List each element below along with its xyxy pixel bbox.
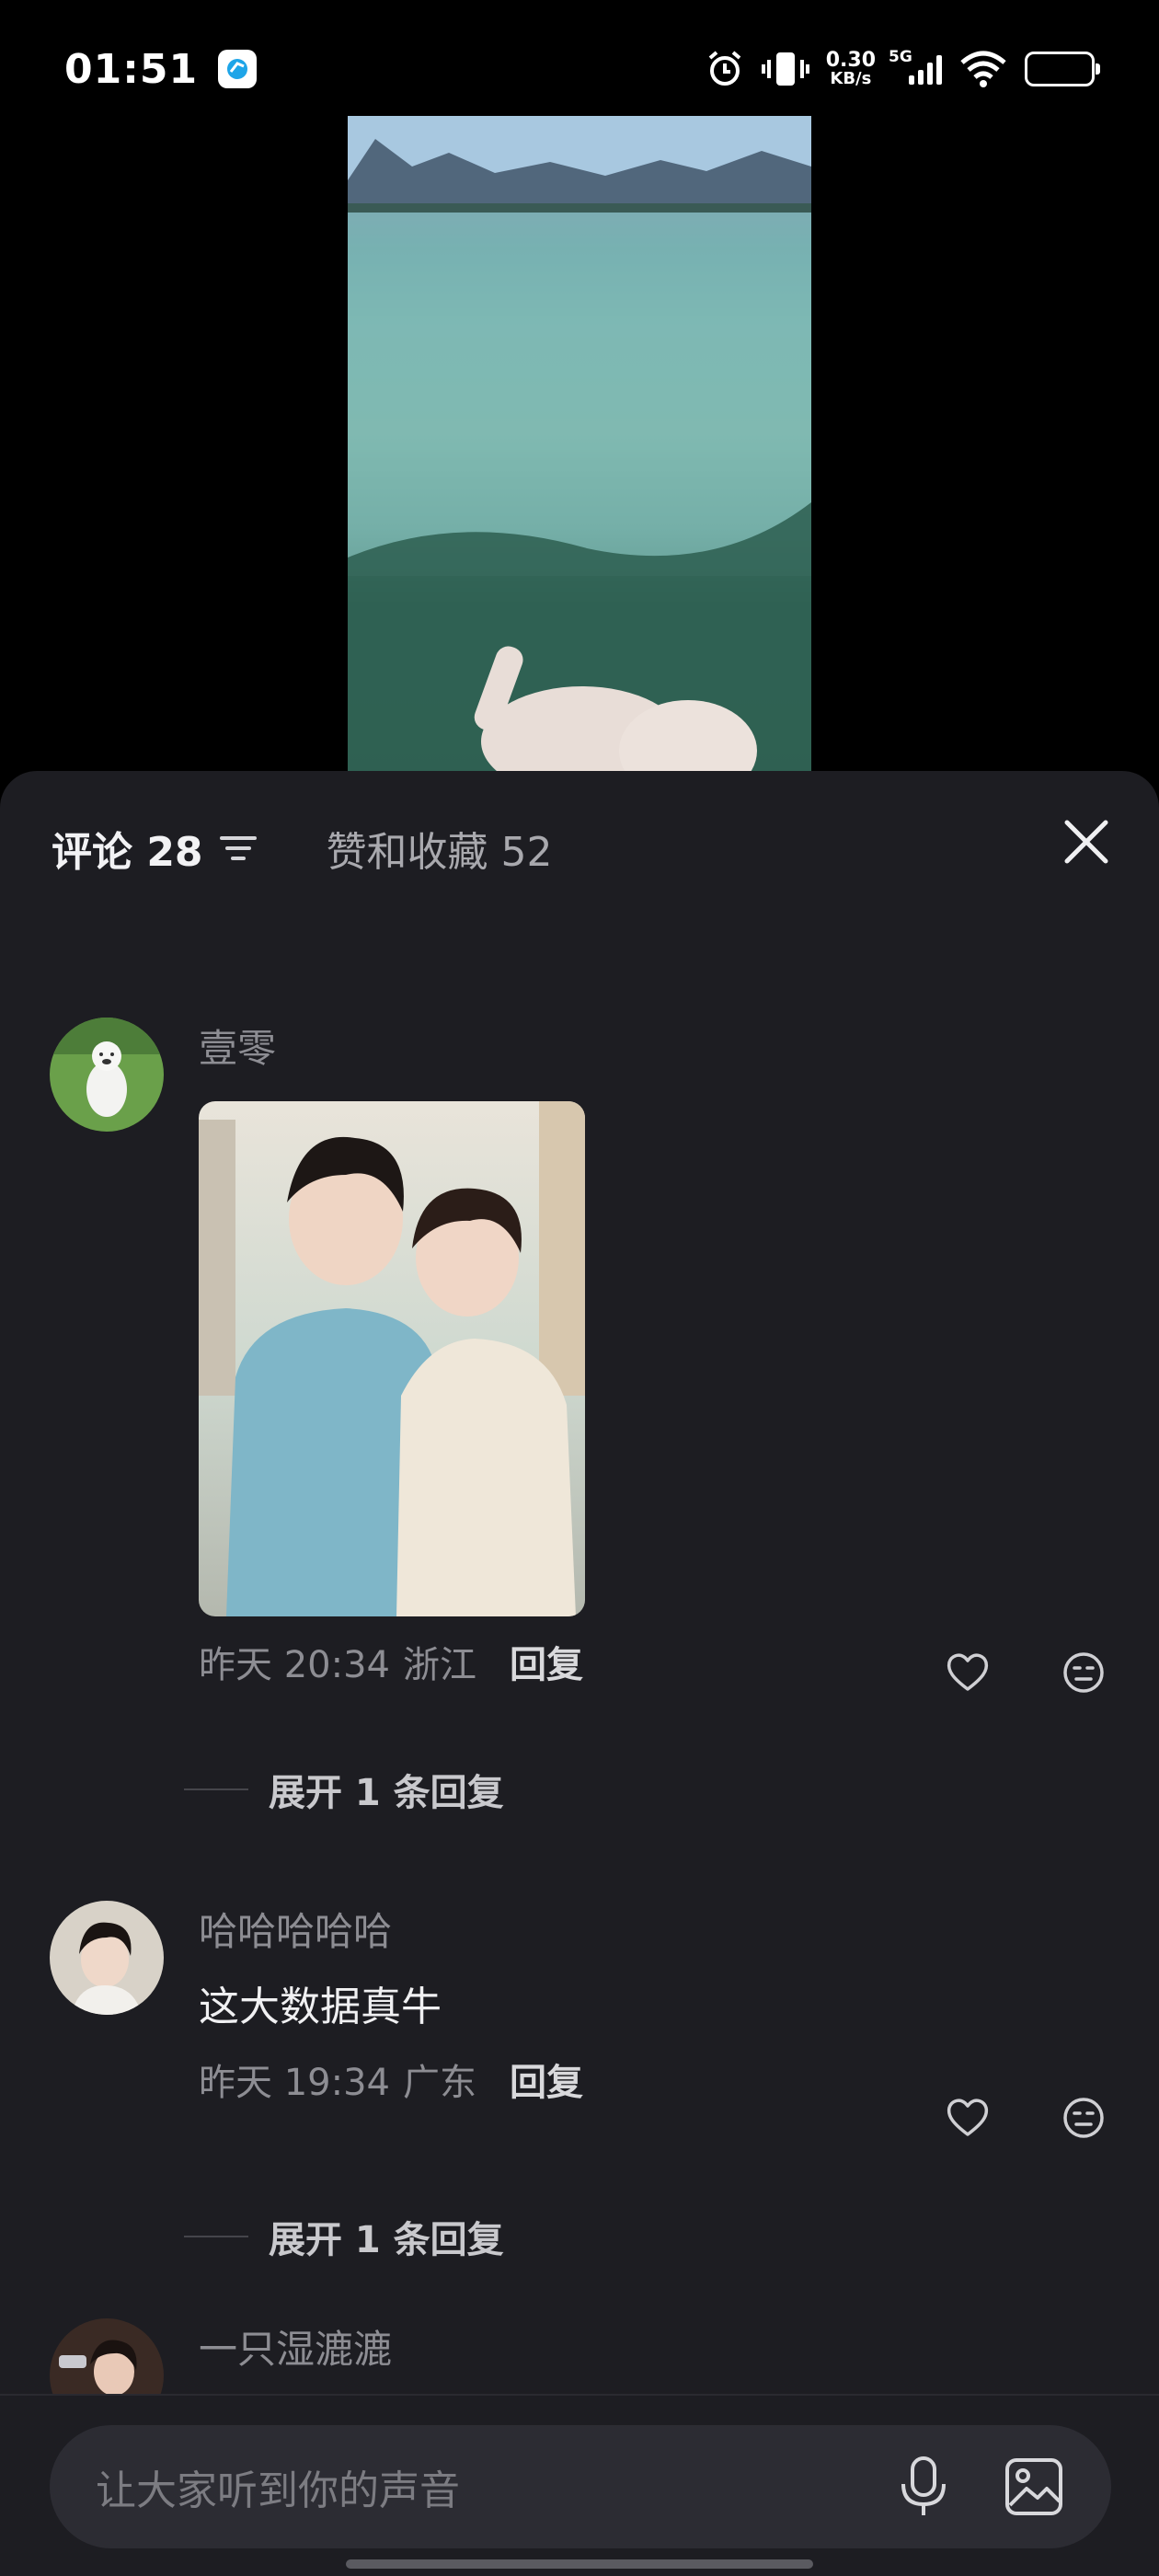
comment-time: 昨天 19:34	[199, 2062, 390, 2104]
like-heart-icon[interactable]	[944, 2094, 992, 2142]
comment-time: 昨天 20:34	[199, 1644, 390, 1686]
video-area[interactable]	[0, 116, 1159, 778]
dislike-emoji-icon[interactable]	[1060, 2094, 1107, 2142]
network-type: 5G	[889, 48, 912, 66]
cellular-signal-icon: 5G	[889, 48, 942, 85]
alarm-icon	[708, 51, 741, 86]
comment-input-bar: 让大家听到你的声音	[0, 2394, 1159, 2576]
tab-comments[interactable]: 评论 28	[52, 819, 203, 878]
home-indicator[interactable]	[346, 2559, 813, 2569]
sheet-tabs: 评论 28 赞和收藏 52	[52, 819, 553, 878]
close-icon[interactable]	[1060, 815, 1113, 868]
sort-icon[interactable]	[218, 834, 258, 863]
avatar[interactable]	[50, 1018, 164, 1132]
comment-author[interactable]: 壹零	[199, 1018, 585, 1074]
status-time: 01:51	[64, 45, 199, 93]
comment-meta: 昨天 20:34 浙江 回复	[199, 1635, 585, 1688]
input-icons	[898, 2455, 1065, 2519]
like-heart-icon[interactable]	[944, 1649, 992, 1696]
net-speed-unit: KB/s	[830, 69, 872, 88]
expand-replies[interactable]: 展开 1 条回复	[184, 2210, 504, 2263]
dislike-emoji-icon[interactable]	[1060, 1649, 1107, 1696]
expand-replies-label[interactable]: 展开 1 条回复	[269, 1763, 504, 1816]
comment-body: 一只湿漉漉	[199, 2318, 392, 2375]
comment-body: 壹零 昨天 20:34 浙江 回复	[199, 1018, 585, 1688]
net-speed-value: 0.30	[825, 49, 876, 72]
comment-meta: 昨天 19:34 广东 回复	[199, 2053, 583, 2106]
expand-line	[184, 2236, 248, 2237]
comment-location: 广东	[403, 2062, 476, 2104]
microphone-icon[interactable]	[898, 2455, 949, 2519]
video-thumbnail[interactable]	[348, 116, 811, 778]
tab-likes-favorites[interactable]: 赞和收藏 52	[327, 819, 553, 878]
reply-button[interactable]: 回复	[510, 2053, 583, 2106]
expand-line	[184, 1788, 248, 1790]
expand-replies-label[interactable]: 展开 1 条回复	[269, 2210, 504, 2263]
comment-location: 浙江	[403, 1644, 476, 1686]
comment-text: 这大数据真牛	[199, 1984, 442, 2030]
comment-input[interactable]: 让大家听到你的声音	[50, 2425, 1111, 2548]
comment-body: 哈哈哈哈哈 这大数据真牛 昨天 19:34 广东 回复	[199, 1901, 583, 2106]
status-left: 01:51	[64, 45, 258, 93]
avatar[interactable]	[50, 1901, 164, 2015]
expand-replies[interactable]: 展开 1 条回复	[184, 1763, 504, 1816]
battery-icon	[1025, 52, 1100, 86]
comment-actions	[944, 1649, 1107, 1696]
net-speed: 0.30 KB/s	[826, 51, 876, 87]
reply-button[interactable]: 回复	[510, 1635, 583, 1688]
comment-author[interactable]: 哈哈哈哈哈	[199, 1901, 583, 1957]
wifi-icon	[960, 51, 1006, 87]
app-notification-icon	[218, 50, 258, 88]
vibrate-icon	[761, 52, 809, 86]
comment-input-placeholder[interactable]: 让大家听到你的声音	[96, 2457, 898, 2516]
comment-author[interactable]: 一只湿漉漉	[199, 2318, 392, 2375]
comment-image[interactable]	[199, 1101, 585, 1616]
image-upload-icon[interactable]	[1003, 2455, 1065, 2518]
comments-sheet: 评论 28 赞和收藏 52 壹零 昨天 20:34 浙江 回复 展开 1 条回复…	[0, 771, 1159, 2576]
status-right: 0.30 KB/s 5G	[705, 48, 1100, 89]
comment-actions	[944, 2094, 1107, 2142]
